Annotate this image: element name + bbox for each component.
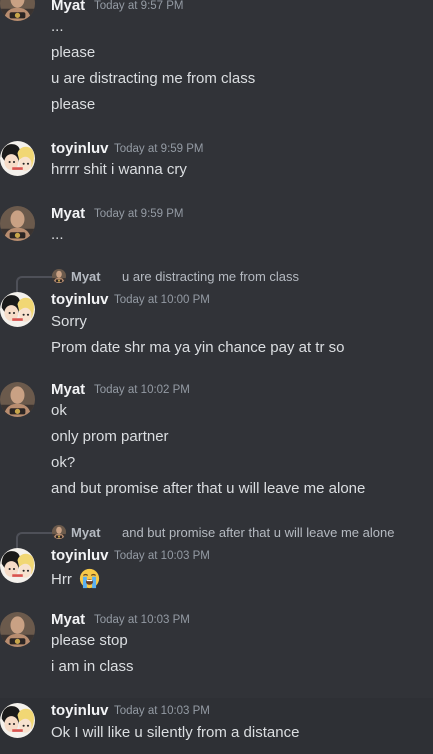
username[interactable]: toyinluv: [51, 702, 109, 719]
message-group: Myat Today at 10:03 PM please stop i am …: [0, 607, 433, 685]
reply-username[interactable]: Myat: [71, 269, 101, 284]
username[interactable]: Myat: [51, 381, 85, 398]
message-text: ...: [51, 18, 64, 35]
avatar[interactable]: [0, 0, 35, 21]
timestamp: Today at 9:57 PM: [94, 0, 184, 12]
message-text: ...: [51, 226, 64, 243]
username[interactable]: toyinluv: [51, 291, 109, 308]
reply-avatar: [52, 525, 66, 539]
message-text: ok: [51, 402, 67, 419]
timestamp: Today at 10:02 PM: [94, 384, 190, 396]
username[interactable]: toyinluv: [51, 547, 109, 564]
message-text: i am in class: [51, 658, 134, 675]
message-group: Myat and but promise after that u will l…: [0, 520, 433, 592]
message-text: u are distracting me from class: [51, 70, 256, 87]
reply-connector: [16, 276, 52, 292]
message-text: hrrrr shit i wanna cry: [51, 161, 187, 178]
avatar[interactable]: [0, 206, 35, 241]
message-text: please stop: [51, 632, 128, 649]
message-text-content: Hrr: [51, 571, 72, 588]
timestamp: Today at 10:03 PM: [114, 550, 210, 562]
timestamp: Today at 9:59 PM: [94, 208, 184, 220]
timestamp: Today at 10:03 PM: [114, 705, 210, 717]
message-group: Myat Today at 10:02 PM ok only prom part…: [0, 377, 433, 505]
message-group: toyinluv Today at 10:03 PM Ok I will lik…: [0, 698, 433, 754]
message-group: Myat Today at 9:57 PM ... please u are d…: [0, 0, 433, 120]
message-group: toyinluv Today at 9:59 PM hrrrr shit i w…: [0, 136, 433, 186]
reply-connector: [16, 532, 52, 548]
message-text: please: [51, 44, 96, 61]
username[interactable]: Myat: [51, 205, 85, 222]
message-text: Sorry: [51, 313, 87, 330]
avatar[interactable]: [0, 292, 35, 327]
message-text: only prom partner: [51, 428, 169, 445]
avatar[interactable]: [0, 382, 35, 417]
reply-text: u are distracting me from class: [122, 269, 300, 284]
message-text: ok?: [51, 454, 76, 471]
username[interactable]: toyinluv: [51, 140, 109, 157]
message-text: please: [51, 96, 96, 113]
message-text: Ok I will like u silently from a distanc…: [51, 724, 300, 741]
message-text: Hrr: [51, 568, 100, 589]
username[interactable]: Myat: [51, 0, 85, 14]
message-text: Prom date shr ma ya yin chance pay at tr…: [51, 339, 345, 356]
avatar[interactable]: [0, 548, 35, 583]
timestamp: Today at 10:00 PM: [114, 294, 210, 306]
timestamp: Today at 9:59 PM: [114, 143, 204, 155]
message-group: Myat Today at 9:59 PM ...: [0, 201, 433, 251]
reply-username[interactable]: Myat: [71, 525, 101, 540]
avatar[interactable]: [0, 703, 35, 738]
reply-preview[interactable]: Myat and but promise after that u will l…: [16, 523, 426, 548]
reply-avatar: [52, 269, 66, 283]
loudly-crying-face-icon: [79, 568, 100, 589]
avatar[interactable]: [0, 141, 35, 176]
reply-text: and but promise after that u will leave …: [122, 525, 395, 540]
reply-preview[interactable]: Myat u are distracting me from class: [16, 267, 426, 292]
username[interactable]: Myat: [51, 611, 85, 628]
avatar[interactable]: [0, 612, 35, 647]
message-text: and but promise after that u will leave …: [51, 480, 366, 497]
message-group: Myat u are distracting me from class toy…: [0, 264, 433, 360]
timestamp: Today at 10:03 PM: [94, 614, 190, 626]
